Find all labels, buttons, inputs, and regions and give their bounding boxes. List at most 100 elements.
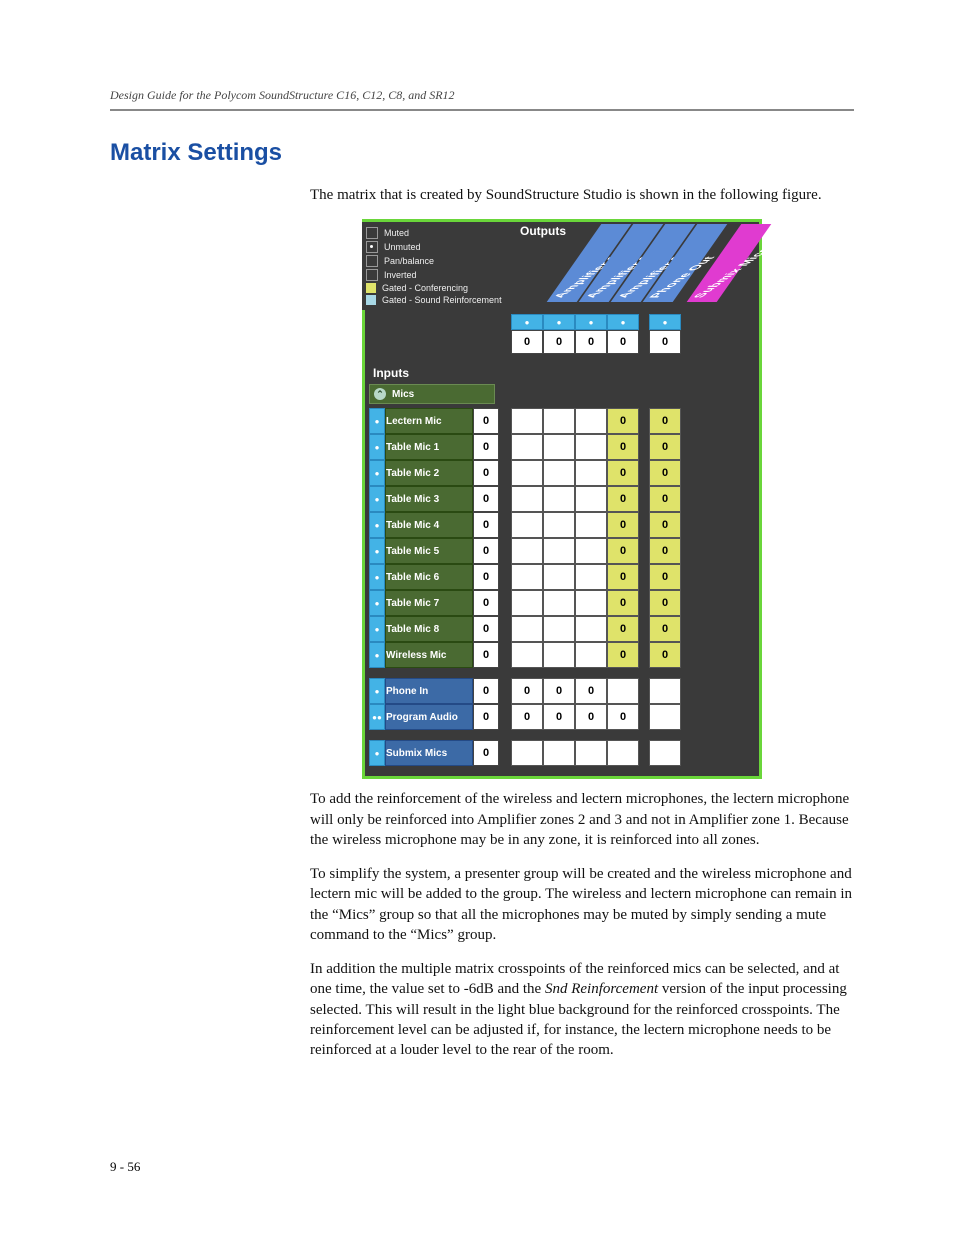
input-name[interactable]: Phone In	[385, 678, 473, 704]
crosspoint[interactable]: 0	[649, 642, 681, 668]
crosspoint[interactable]	[511, 564, 543, 590]
input-fader[interactable]: 0	[473, 564, 499, 590]
input-fader[interactable]: 0	[473, 616, 499, 642]
crosspoint[interactable]: 0	[649, 564, 681, 590]
output-fader[interactable]: 0	[575, 330, 607, 354]
crosspoint[interactable]	[575, 460, 607, 486]
crosspoint[interactable]: 0	[543, 678, 575, 704]
crosspoint[interactable]	[511, 486, 543, 512]
crosspoint[interactable]	[649, 704, 681, 730]
crosspoint[interactable]: 0	[575, 704, 607, 730]
crosspoint[interactable]: 0	[607, 460, 639, 486]
crosspoint[interactable]	[511, 590, 543, 616]
crosspoint[interactable]: 0	[607, 564, 639, 590]
input-name[interactable]: Submix Mics	[385, 740, 473, 766]
input-name[interactable]: Table Mic 4	[385, 512, 473, 538]
input-name[interactable]: Table Mic 1	[385, 434, 473, 460]
crosspoint[interactable]	[575, 616, 607, 642]
crosspoint[interactable]	[543, 740, 575, 766]
crosspoint[interactable]	[543, 486, 575, 512]
crosspoint[interactable]: 0	[607, 590, 639, 616]
input-name[interactable]: Table Mic 8	[385, 616, 473, 642]
crosspoint[interactable]: 0	[511, 678, 543, 704]
crosspoint[interactable]	[543, 564, 575, 590]
input-name[interactable]: Program Audio	[385, 704, 473, 730]
legend-muted: Muted	[384, 228, 409, 238]
crosspoint[interactable]	[543, 616, 575, 642]
crosspoint[interactable]	[543, 512, 575, 538]
crosspoint[interactable]	[575, 642, 607, 668]
crosspoint[interactable]	[511, 642, 543, 668]
crosspoint[interactable]	[511, 538, 543, 564]
crosspoint[interactable]	[543, 434, 575, 460]
input-name[interactable]: Lectern Mic	[385, 408, 473, 434]
output-fader[interactable]: 0	[607, 330, 639, 354]
crosspoint[interactable]	[575, 486, 607, 512]
crosspoint[interactable]	[649, 678, 681, 704]
input-fader[interactable]: 0	[473, 678, 499, 704]
input-fader[interactable]: 0	[473, 512, 499, 538]
crosspoint[interactable]: 0	[607, 704, 639, 730]
input-fader[interactable]: 0	[473, 460, 499, 486]
input-fader[interactable]: 0	[473, 590, 499, 616]
input-name[interactable]: Table Mic 6	[385, 564, 473, 590]
input-fader[interactable]: 0	[473, 740, 499, 766]
crosspoint[interactable]: 0	[607, 642, 639, 668]
input-name[interactable]: Table Mic 7	[385, 590, 473, 616]
crosspoint[interactable]: 0	[649, 512, 681, 538]
crosspoint[interactable]	[575, 740, 607, 766]
crosspoint[interactable]: 0	[607, 486, 639, 512]
crosspoint[interactable]: 0	[649, 590, 681, 616]
crosspoint[interactable]: 0	[607, 616, 639, 642]
input-fader[interactable]: 0	[473, 704, 499, 730]
collapse-icon[interactable]: ⌃	[374, 388, 386, 400]
crosspoint[interactable]	[543, 408, 575, 434]
input-fader[interactable]: 0	[473, 434, 499, 460]
crosspoint[interactable]	[575, 512, 607, 538]
crosspoint[interactable]: 0	[607, 408, 639, 434]
crosspoint[interactable]: 0	[649, 408, 681, 434]
crosspoint[interactable]: 0	[543, 704, 575, 730]
crosspoint[interactable]: 0	[607, 434, 639, 460]
crosspoint[interactable]	[511, 408, 543, 434]
input-fader[interactable]: 0	[473, 538, 499, 564]
mics-group-header[interactable]: ⌃ Mics	[369, 384, 495, 404]
output-fader[interactable]: 0	[511, 330, 543, 354]
crosspoint[interactable]	[511, 512, 543, 538]
crosspoint[interactable]	[511, 740, 543, 766]
crosspoint[interactable]	[607, 740, 639, 766]
crosspoint[interactable]: 0	[511, 704, 543, 730]
input-name[interactable]: Table Mic 5	[385, 538, 473, 564]
crosspoint[interactable]	[575, 408, 607, 434]
crosspoint[interactable]: 0	[607, 512, 639, 538]
output-fader[interactable]: 0	[649, 330, 681, 354]
crosspoint[interactable]: 0	[607, 538, 639, 564]
crosspoint[interactable]: 0	[649, 486, 681, 512]
crosspoint[interactable]: 0	[575, 678, 607, 704]
crosspoint[interactable]	[511, 616, 543, 642]
crosspoint[interactable]: 0	[649, 538, 681, 564]
matrix-legend: Muted Unmuted Pan/balance Inverted Gated…	[362, 224, 512, 310]
input-fader[interactable]: 0	[473, 486, 499, 512]
crosspoint[interactable]: 0	[649, 434, 681, 460]
input-name[interactable]: Table Mic 2	[385, 460, 473, 486]
crosspoint[interactable]	[543, 460, 575, 486]
crosspoint[interactable]: 0	[649, 460, 681, 486]
crosspoint[interactable]	[543, 590, 575, 616]
crosspoint[interactable]	[575, 590, 607, 616]
crosspoint[interactable]	[649, 740, 681, 766]
crosspoint[interactable]	[575, 434, 607, 460]
input-fader[interactable]: 0	[473, 642, 499, 668]
input-name[interactable]: Wireless Mic	[385, 642, 473, 668]
crosspoint[interactable]	[511, 460, 543, 486]
crosspoint[interactable]	[543, 642, 575, 668]
output-fader[interactable]: 0	[543, 330, 575, 354]
crosspoint[interactable]: 0	[649, 616, 681, 642]
crosspoint[interactable]	[607, 678, 639, 704]
crosspoint[interactable]	[511, 434, 543, 460]
crosspoint[interactable]	[575, 564, 607, 590]
input-fader[interactable]: 0	[473, 408, 499, 434]
input-name[interactable]: Table Mic 3	[385, 486, 473, 512]
crosspoint[interactable]	[543, 538, 575, 564]
crosspoint[interactable]	[575, 538, 607, 564]
